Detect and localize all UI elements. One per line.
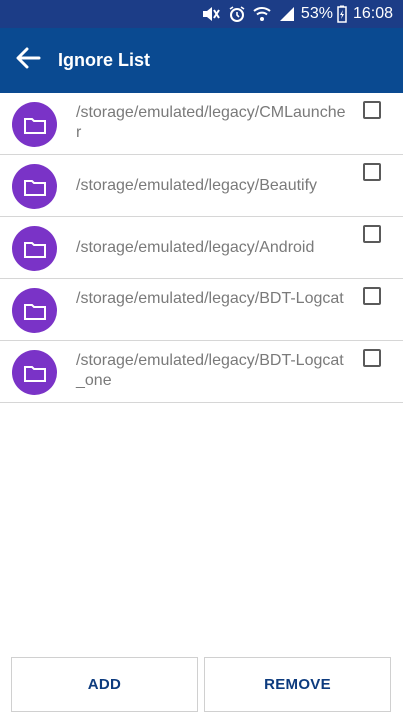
app-bar: Ignore List <box>0 28 403 93</box>
list-item-checkbox[interactable] <box>363 287 381 305</box>
ignore-list: /storage/emulated/legacy/CMLauncher /sto… <box>0 93 403 403</box>
folder-icon <box>12 164 57 209</box>
list-item-path: /storage/emulated/legacy/Android <box>76 239 315 256</box>
list-item-checkbox[interactable] <box>363 101 381 119</box>
battery-percent: 53% <box>300 5 333 22</box>
list-item[interactable]: /storage/emulated/legacy/Android <box>0 217 403 279</box>
list-item-path: /storage/emulated/legacy/Beautify <box>76 177 318 194</box>
folder-icon <box>12 226 57 271</box>
page-title: Ignore List <box>58 50 151 70</box>
remove-button[interactable]: REMOVE <box>204 657 391 712</box>
arrow-left-icon <box>15 47 41 74</box>
list-item[interactable]: /storage/emulated/legacy/BDT-Logcat <box>0 279 403 341</box>
wifi-icon <box>253 6 271 22</box>
mute-icon <box>201 6 221 22</box>
folder-icon <box>12 350 57 395</box>
folder-icon <box>12 102 57 147</box>
alarm-icon <box>229 6 245 22</box>
list-item[interactable]: /storage/emulated/legacy/Beautify <box>0 155 403 217</box>
list-item-path: /storage/emulated/legacy/BDT-Logcat <box>76 290 344 307</box>
list-item[interactable]: /storage/emulated/legacy/BDT-Logcat_one <box>0 341 403 403</box>
list-item-checkbox[interactable] <box>363 349 381 367</box>
status-bar: 53% 16:08 <box>0 0 403 28</box>
add-button[interactable]: ADD <box>11 657 198 712</box>
list-item-checkbox[interactable] <box>363 163 381 181</box>
status-time: 16:08 <box>352 5 393 22</box>
list-item-checkbox[interactable] <box>363 225 381 243</box>
signal-icon <box>279 6 295 22</box>
battery-charging-icon <box>337 5 347 23</box>
folder-icon <box>12 288 57 333</box>
list-item-path: /storage/emulated/legacy/CMLauncher <box>76 104 346 141</box>
list-item[interactable]: /storage/emulated/legacy/CMLauncher <box>0 93 403 155</box>
back-button[interactable] <box>0 33 56 89</box>
list-item-path: /storage/emulated/legacy/BDT-Logcat_one <box>76 352 344 389</box>
